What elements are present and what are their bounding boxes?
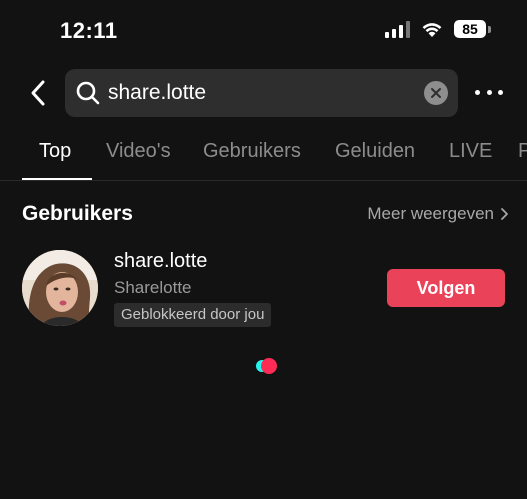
search-row (0, 68, 527, 118)
status-bar: 12:11 85 (0, 0, 527, 60)
more-dot-icon (498, 89, 503, 95)
search-box[interactable] (65, 69, 458, 117)
status-time: 12:11 (60, 18, 118, 43)
cellular-signal-icon (385, 20, 410, 38)
more-dot-icon (486, 89, 492, 95)
blocked-badge: Geblokkeerd door jou (114, 303, 272, 327)
wifi-icon (422, 23, 442, 37)
user-result-row[interactable]: share.lotte Sharelotte Geblokkeerd door … (0, 246, 527, 336)
search-icon (76, 81, 100, 105)
battery-icon: 85 (454, 20, 491, 38)
active-tab-indicator (22, 178, 92, 180)
screen: 12:11 85 share.lotte Top Video's Gebruik… (0, 0, 527, 499)
chevron-left-icon (31, 80, 45, 106)
follow-button[interactable]: Volgen (387, 269, 505, 307)
battery-level: 85 (454, 20, 486, 38)
tab-live[interactable]: LIVE (449, 140, 492, 163)
avatar[interactable] (22, 250, 98, 326)
tab-sounds[interactable]: Geluiden (335, 140, 415, 163)
tab-videos[interactable]: Video's (106, 140, 171, 163)
tab-users[interactable]: Gebruikers (203, 140, 301, 163)
chevron-right-icon (501, 208, 508, 220)
tab-partial[interactable]: P (518, 140, 527, 163)
users-section-header: Gebruikers Meer weergeven (22, 200, 509, 230)
back-button[interactable] (24, 78, 52, 108)
status-icons: 85 (385, 20, 491, 38)
profile-photo (22, 250, 98, 326)
username: share.lotte (114, 250, 208, 272)
section-title: Gebruikers (22, 202, 133, 225)
loading-spinner-icon (256, 358, 277, 374)
see-more-link[interactable]: Meer weergeven (367, 204, 509, 224)
more-dot-icon (475, 89, 480, 95)
tab-top[interactable]: Top (39, 140, 71, 163)
close-icon (431, 88, 441, 98)
search-input[interactable] (108, 69, 408, 117)
search-tabs: Top Video's Gebruikers Geluiden LIVE P (0, 128, 527, 181)
clear-search-button[interactable] (424, 81, 448, 105)
more-options-button[interactable] (475, 82, 503, 102)
see-more-label: Meer weergeven (367, 204, 494, 223)
display-name: Sharelotte (114, 278, 192, 297)
